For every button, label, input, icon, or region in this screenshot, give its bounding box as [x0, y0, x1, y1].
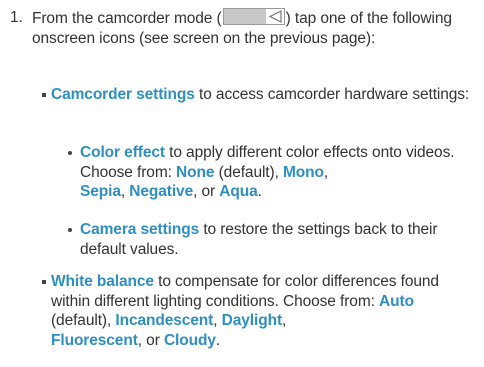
list-item-white-balance: White balance to compensate for color di…: [42, 272, 476, 350]
bullet-dot: [68, 151, 72, 155]
bullet-dot: [68, 228, 72, 232]
camcorder-mode-toggle-icon: [222, 8, 285, 25]
option-mono: Mono: [283, 163, 324, 181]
step-1-text: From the camcorder mode () tap one of th…: [32, 8, 480, 48]
option-auto: Auto: [379, 292, 414, 310]
separator: ,: [213, 312, 222, 329]
option-cloudy: Cloudy: [163, 331, 216, 349]
list-item-camcorder-settings: Camcorder settings to access camcorder h…: [42, 85, 476, 105]
option-aqua: Aqua: [219, 183, 258, 200]
option-daylight: Daylight: [221, 312, 283, 329]
option-fluorescent: Fluorescent: [51, 331, 138, 349]
separator: ,: [323, 163, 329, 181]
period: .: [257, 183, 262, 200]
step-1: 1. From the camcorder mode () tap one of…: [10, 8, 480, 48]
period: .: [215, 331, 221, 349]
bullet-square: [42, 93, 46, 97]
default-note: (default),: [51, 312, 116, 329]
separator: , or: [137, 331, 164, 349]
list-item-camera-settings: Camera settings to restore the settings …: [68, 220, 480, 259]
step-text-part1: From the camcorder mode (: [32, 10, 222, 27]
list-item-color-effect: Color effect to apply different color ef…: [68, 143, 480, 202]
option-negative: Negative: [129, 183, 194, 200]
bullet-square: [42, 280, 46, 284]
option-incandescent: Incandescent: [115, 312, 214, 329]
step-number: 1.: [10, 9, 23, 26]
desc-camcorder-settings: to access camcorder hardware settings:: [194, 86, 470, 103]
term-camera-settings: Camera settings: [80, 221, 200, 238]
term-color-effect: Color effect: [80, 144, 165, 161]
manual-page: 1. From the camcorder mode () tap one of…: [0, 0, 484, 367]
default-note: (default),: [214, 163, 283, 181]
separator: , or: [193, 183, 220, 200]
separator: ,: [282, 312, 287, 329]
term-camcorder-settings: Camcorder settings: [51, 86, 195, 103]
term-white-balance: White balance: [51, 273, 154, 290]
option-none: None: [176, 163, 215, 181]
option-sepia: Sepia: [80, 183, 121, 200]
